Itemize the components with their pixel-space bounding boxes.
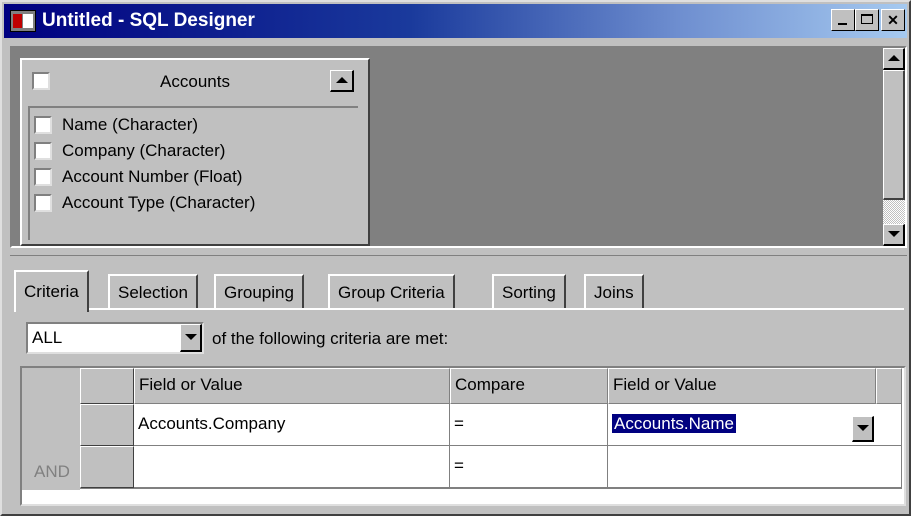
column-header-field[interactable]: Field or Value (134, 368, 450, 404)
query-tabs: Criteria Selection Grouping Group Criter… (14, 270, 894, 312)
header-row-selector[interactable] (80, 368, 134, 404)
row-selector[interactable] (80, 446, 134, 488)
criteria-grid[interactable]: AND Field or Value Compare Field or Valu… (20, 366, 906, 506)
field-checkbox[interactable] (34, 142, 52, 160)
field-label: Name (Character) (62, 115, 199, 134)
minimize-icon (838, 23, 847, 25)
field-label: Account Number (Float) (62, 167, 243, 186)
scroll-up-button[interactable] (883, 48, 905, 70)
table-box-title: Accounts (160, 72, 230, 91)
row-connector-label: AND (34, 462, 70, 481)
field-row[interactable]: Account Number (Float) (30, 164, 358, 190)
tab-joins[interactable]: Joins (584, 274, 644, 310)
designer-vertical-scrollbar[interactable] (883, 48, 905, 246)
table-field-list: Name (Character) Company (Character) Acc… (28, 106, 358, 240)
pane-splitter[interactable] (10, 250, 907, 256)
field-label: Company (Character) (62, 141, 226, 160)
accounts-table-box[interactable]: Accounts Name (Character) Company (Chara… (20, 58, 370, 246)
app-icon[interactable] (10, 10, 36, 32)
collapse-up-button[interactable] (330, 70, 354, 92)
close-button[interactable]: ✕ (881, 9, 905, 31)
field-label: Account Type (Character) (62, 193, 256, 212)
maximize-icon (861, 14, 873, 24)
column-header-value[interactable]: Field or Value (608, 368, 876, 404)
row-selector[interactable] (80, 404, 134, 446)
criteria-field-cell[interactable] (134, 446, 450, 488)
tab-group-criteria[interactable]: Group Criteria (328, 274, 455, 310)
criteria-field-cell[interactable]: Accounts.Company (134, 404, 450, 446)
field-row[interactable]: Name (Character) (30, 112, 358, 138)
table-box-header[interactable]: Accounts (22, 60, 368, 106)
tab-criteria[interactable]: Criteria (14, 270, 89, 312)
chevron-down-icon[interactable] (180, 324, 202, 352)
chevron-down-icon[interactable] (852, 416, 874, 442)
column-header-blank (876, 368, 902, 404)
grid-bottom-line (80, 488, 902, 489)
minimize-button[interactable] (831, 9, 855, 31)
window-controls: ✕ (831, 9, 905, 31)
column-header-compare[interactable]: Compare (450, 368, 608, 404)
sql-designer-window: Untitled - SQL Designer ✕ Accounts Name … (0, 0, 911, 516)
field-checkbox[interactable] (34, 116, 52, 134)
match-mode-value: ALL (32, 328, 63, 347)
tab-divider (14, 308, 904, 310)
criteria-value-cell[interactable] (608, 446, 902, 488)
criteria-compare-cell[interactable]: = (450, 446, 608, 488)
table-designer-area[interactable]: Accounts Name (Character) Company (Chara… (10, 46, 907, 248)
match-description: of the following criteria are met: (212, 329, 449, 348)
match-mode-dropdown[interactable]: ALL (26, 322, 204, 354)
title-bar[interactable]: Untitled - SQL Designer ✕ (4, 4, 907, 38)
close-icon: ✕ (887, 11, 899, 28)
field-checkbox[interactable] (34, 194, 52, 212)
tab-sorting[interactable]: Sorting (492, 274, 566, 310)
selected-value-text[interactable]: Accounts.Name (612, 414, 736, 433)
tab-grouping[interactable]: Grouping (214, 274, 304, 310)
maximize-button[interactable] (855, 9, 879, 31)
scroll-track[interactable] (883, 200, 905, 224)
scroll-thumb[interactable] (883, 70, 905, 200)
field-row[interactable]: Account Type (Character) (30, 190, 358, 216)
criteria-compare-cell[interactable]: = (450, 404, 608, 446)
field-row[interactable]: Company (Character) (30, 138, 358, 164)
window-title: Untitled - SQL Designer (42, 10, 255, 31)
tab-selection[interactable]: Selection (108, 274, 198, 310)
scroll-down-button[interactable] (883, 224, 905, 246)
field-checkbox[interactable] (34, 168, 52, 186)
